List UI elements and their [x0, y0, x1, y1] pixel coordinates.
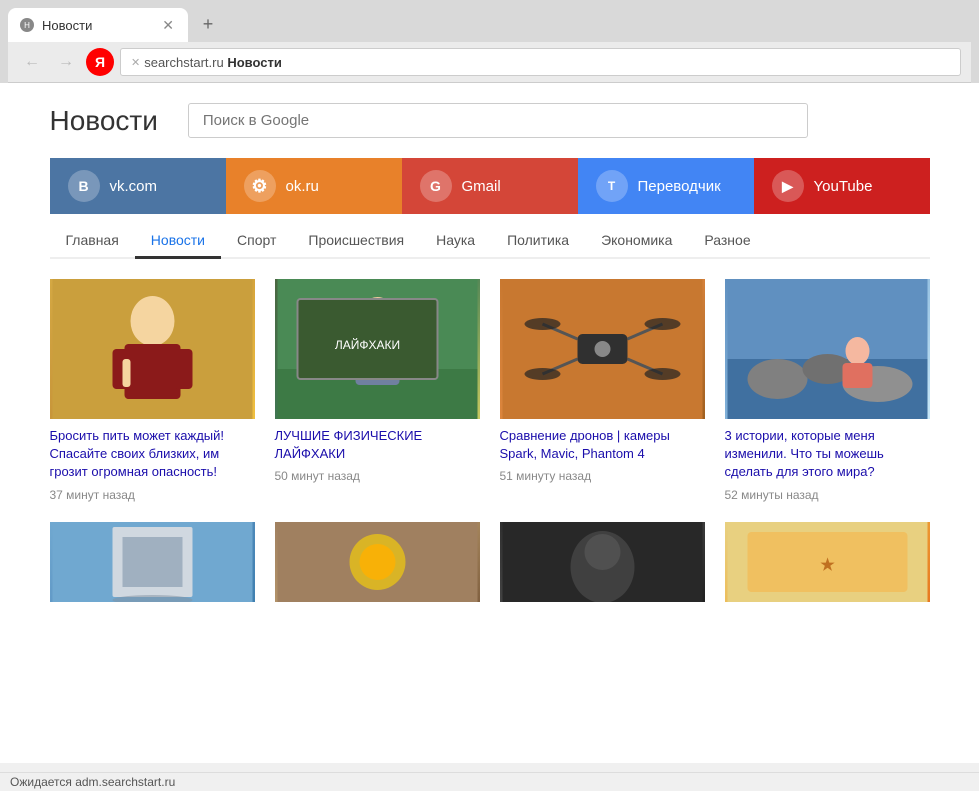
news-time-1: 37 минут назад — [50, 488, 255, 502]
news-card-7[interactable] — [500, 522, 705, 610]
status-text: Ожидается adm.searchstart.ru — [10, 775, 175, 789]
svg-text:★: ★ — [820, 557, 835, 574]
tab-title: Новости — [42, 18, 152, 33]
tab-home[interactable]: Главная — [50, 224, 135, 259]
url-page: Новости — [227, 55, 282, 70]
news-thumb-1 — [50, 279, 255, 419]
tab-bar: Н Новости ✕ + — [8, 8, 971, 42]
forward-button[interactable]: → — [52, 51, 80, 73]
quick-links-bar: B vk.com ⚙ ok.ru G Gmail T Переводчик ▶ … — [50, 158, 930, 214]
tab-news[interactable]: Новости — [135, 224, 221, 259]
news-grid-row2: ★ — [50, 522, 930, 610]
news-thumb-2: ЛАЙФХАКИ — [275, 279, 480, 419]
url-domain: searchstart.ru — [144, 55, 223, 70]
news-card-8[interactable]: ★ — [725, 522, 930, 610]
news-link-3[interactable]: Сравнение дронов | камеры Spark, Mavic, … — [500, 427, 705, 463]
news-thumb-5 — [50, 522, 255, 602]
address-bar-row: ← → Я ✕ searchstart.ru Новости — [8, 42, 971, 83]
tab-favicon: Н — [20, 18, 34, 32]
news-card-6[interactable] — [275, 522, 480, 610]
translate-icon: T — [596, 170, 628, 202]
news-card-2[interactable]: ЛАЙФХАКИ ЛУЧШИЕ ФИЗИЧЕСКИЕ ЛАЙФХАКИ 50 м… — [275, 279, 480, 502]
tab-incidents[interactable]: Происшествия — [292, 224, 420, 259]
nav-tabs: Главная Новости Спорт Происшествия Наука… — [50, 214, 930, 259]
tab-economy[interactable]: Экономика — [585, 224, 688, 259]
new-tab-button[interactable]: + — [194, 10, 222, 38]
news-time-2: 50 минут назад — [275, 469, 480, 483]
news-thumb-7 — [500, 522, 705, 602]
page-inner: Новости B vk.com ⚙ ok.ru G Gmail T Перев… — [20, 83, 960, 610]
vk-label: vk.com — [110, 178, 158, 195]
ok-label: ok.ru — [286, 178, 319, 195]
news-thumb-8: ★ — [725, 522, 930, 602]
tab-close-button[interactable]: ✕ — [160, 17, 176, 34]
ok-icon: ⚙ — [244, 170, 276, 202]
news-link-4[interactable]: 3 истории, которые меня изменили. Что ты… — [725, 427, 930, 482]
address-bar[interactable]: ✕ searchstart.ru Новости — [120, 48, 961, 76]
news-thumb-4 — [725, 279, 930, 419]
quick-link-gmail[interactable]: G Gmail — [402, 158, 578, 214]
browser-chrome: Н Новости ✕ + ← → Я ✕ searchstart.ru Нов… — [0, 0, 979, 83]
svg-text:ЛАЙФХАКИ: ЛАЙФХАКИ — [334, 337, 399, 352]
quick-link-vk[interactable]: B vk.com — [50, 158, 226, 214]
search-input[interactable] — [188, 103, 808, 138]
page-content: Новости B vk.com ⚙ ok.ru G Gmail T Перев… — [0, 83, 979, 763]
news-link-1[interactable]: Бросить пить может каждый! Спасайте свои… — [50, 427, 255, 482]
tab-science[interactable]: Наука — [420, 224, 491, 259]
news-thumb-3 — [500, 279, 705, 419]
gmail-label: Gmail — [462, 178, 501, 195]
gmail-icon: G — [420, 170, 452, 202]
active-tab[interactable]: Н Новости ✕ — [8, 8, 188, 42]
vk-icon: B — [68, 170, 100, 202]
news-card-4[interactable]: 3 истории, которые меня изменили. Что ты… — [725, 279, 930, 502]
tab-misc[interactable]: Разное — [688, 224, 766, 259]
security-indicator: ✕ — [131, 56, 140, 69]
yandex-logo: Я — [86, 48, 114, 76]
news-time-4: 52 минуты назад — [725, 488, 930, 502]
news-card-3[interactable]: Сравнение дронов | камеры Spark, Mavic, … — [500, 279, 705, 502]
tab-sport[interactable]: Спорт — [221, 224, 292, 259]
news-grid: Бросить пить может каждый! Спасайте свои… — [50, 279, 930, 522]
news-link-2[interactable]: ЛУЧШИЕ ФИЗИЧЕСКИЕ ЛАЙФХАКИ — [275, 427, 480, 463]
back-button[interactable]: ← — [18, 51, 46, 73]
status-bar: Ожидается adm.searchstart.ru — [0, 772, 979, 791]
quick-link-translate[interactable]: T Переводчик — [578, 158, 754, 214]
news-card-1[interactable]: Бросить пить может каждый! Спасайте свои… — [50, 279, 255, 502]
news-card-5[interactable] — [50, 522, 255, 610]
quick-link-youtube[interactable]: ▶ YouTube — [754, 158, 930, 214]
page-header: Новости — [50, 103, 930, 138]
quick-link-ok[interactable]: ⚙ ok.ru — [226, 158, 402, 214]
tab-politics[interactable]: Политика — [491, 224, 585, 259]
youtube-icon: ▶ — [772, 170, 804, 202]
translate-label: Переводчик — [638, 178, 721, 195]
youtube-label: YouTube — [814, 178, 873, 195]
news-time-3: 51 минуту назад — [500, 469, 705, 483]
news-thumb-6 — [275, 522, 480, 602]
page-title: Новости — [50, 105, 158, 137]
